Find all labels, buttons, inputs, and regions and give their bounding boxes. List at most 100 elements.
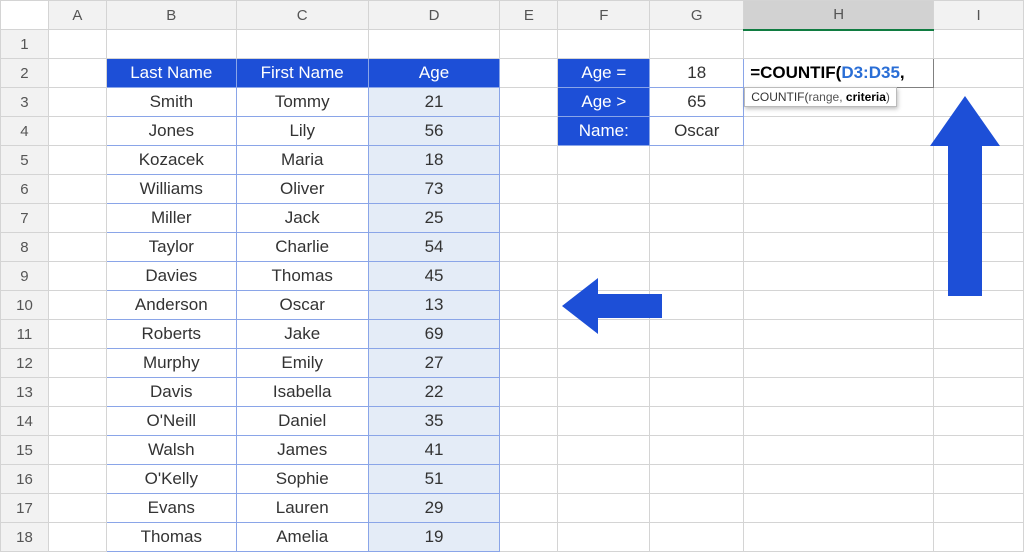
cell-A7[interactable] <box>48 204 106 233</box>
cell-G7[interactable] <box>650 204 744 233</box>
cell-G9[interactable] <box>650 262 744 291</box>
cell-D8[interactable]: 54 <box>368 233 500 262</box>
cell-H17[interactable] <box>744 494 934 523</box>
cell-H4[interactable] <box>744 117 934 146</box>
cell-D15[interactable]: 41 <box>368 436 500 465</box>
cell-A2[interactable] <box>48 59 106 88</box>
cell-E14[interactable] <box>500 407 558 436</box>
cell-G13[interactable] <box>650 378 744 407</box>
cell-I10[interactable] <box>934 291 1024 320</box>
cell-H16[interactable] <box>744 465 934 494</box>
column-header-F[interactable]: F <box>558 1 650 30</box>
cell-D10[interactable]: 13 <box>368 291 500 320</box>
cell-D2[interactable]: Age <box>368 59 500 88</box>
cell-H7[interactable] <box>744 204 934 233</box>
cell-B18[interactable]: Thomas <box>106 523 236 552</box>
cell-I14[interactable] <box>934 407 1024 436</box>
cell-A17[interactable] <box>48 494 106 523</box>
row-header-13[interactable]: 13 <box>1 378 49 407</box>
cell-G15[interactable] <box>650 436 744 465</box>
cell-G1[interactable] <box>650 30 744 59</box>
cell-F6[interactable] <box>558 175 650 204</box>
cell-E7[interactable] <box>500 204 558 233</box>
cell-D16[interactable]: 51 <box>368 465 500 494</box>
cell-E18[interactable] <box>500 523 558 552</box>
cell-G8[interactable] <box>650 233 744 262</box>
cell-H6[interactable] <box>744 175 934 204</box>
cell-F1[interactable] <box>558 30 650 59</box>
cell-I11[interactable] <box>934 320 1024 349</box>
cell-E5[interactable] <box>500 146 558 175</box>
row-header-17[interactable]: 17 <box>1 494 49 523</box>
cell-D1[interactable] <box>368 30 500 59</box>
cell-I12[interactable] <box>934 349 1024 378</box>
cell-G12[interactable] <box>650 349 744 378</box>
cell-A9[interactable] <box>48 262 106 291</box>
cell-I2[interactable] <box>934 59 1024 88</box>
cell-F7[interactable] <box>558 204 650 233</box>
cell-C3[interactable]: Tommy <box>236 88 368 117</box>
cell-F2[interactable]: Age = <box>558 59 650 88</box>
cell-H1[interactable] <box>744 30 934 59</box>
cell-B1[interactable] <box>106 30 236 59</box>
cell-G18[interactable] <box>650 523 744 552</box>
cell-F3[interactable]: Age > <box>558 88 650 117</box>
cell-A4[interactable] <box>48 117 106 146</box>
row-header-6[interactable]: 6 <box>1 175 49 204</box>
cell-F17[interactable] <box>558 494 650 523</box>
cell-E13[interactable] <box>500 378 558 407</box>
column-header-A[interactable]: A <box>48 1 106 30</box>
row-header-16[interactable]: 16 <box>1 465 49 494</box>
cell-B5[interactable]: Kozacek <box>106 146 236 175</box>
cell-A12[interactable] <box>48 349 106 378</box>
cell-E3[interactable] <box>500 88 558 117</box>
row-header-3[interactable]: 3 <box>1 88 49 117</box>
cell-B2[interactable]: Last Name <box>106 59 236 88</box>
cell-G5[interactable] <box>650 146 744 175</box>
cell-H5[interactable] <box>744 146 934 175</box>
cell-A1[interactable] <box>48 30 106 59</box>
cell-B6[interactable]: Williams <box>106 175 236 204</box>
cell-C1[interactable] <box>236 30 368 59</box>
cell-F12[interactable] <box>558 349 650 378</box>
cell-C7[interactable]: Jack <box>236 204 368 233</box>
cell-H8[interactable] <box>744 233 934 262</box>
cell-D17[interactable]: 29 <box>368 494 500 523</box>
select-all-corner[interactable] <box>1 1 49 30</box>
cell-E9[interactable] <box>500 262 558 291</box>
cell-A13[interactable] <box>48 378 106 407</box>
cell-I8[interactable] <box>934 233 1024 262</box>
cell-H14[interactable] <box>744 407 934 436</box>
cell-C14[interactable]: Daniel <box>236 407 368 436</box>
cell-G14[interactable] <box>650 407 744 436</box>
cell-C15[interactable]: James <box>236 436 368 465</box>
cell-I7[interactable] <box>934 204 1024 233</box>
cell-C18[interactable]: Amelia <box>236 523 368 552</box>
cell-E1[interactable] <box>500 30 558 59</box>
cell-H13[interactable] <box>744 378 934 407</box>
cell-D3[interactable]: 21 <box>368 88 500 117</box>
cell-D5[interactable]: 18 <box>368 146 500 175</box>
cell-I13[interactable] <box>934 378 1024 407</box>
cell-F4[interactable]: Name: <box>558 117 650 146</box>
cell-F5[interactable] <box>558 146 650 175</box>
column-header-C[interactable]: C <box>236 1 368 30</box>
column-header-I[interactable]: I <box>934 1 1024 30</box>
cell-B4[interactable]: Jones <box>106 117 236 146</box>
cell-A10[interactable] <box>48 291 106 320</box>
cell-D11[interactable]: 69 <box>368 320 500 349</box>
cell-C4[interactable]: Lily <box>236 117 368 146</box>
cell-H11[interactable] <box>744 320 934 349</box>
cell-C12[interactable]: Emily <box>236 349 368 378</box>
cell-E16[interactable] <box>500 465 558 494</box>
cell-A18[interactable] <box>48 523 106 552</box>
cell-E15[interactable] <box>500 436 558 465</box>
cell-E2[interactable] <box>500 59 558 88</box>
cell-I16[interactable] <box>934 465 1024 494</box>
row-header-15[interactable]: 15 <box>1 436 49 465</box>
cell-F18[interactable] <box>558 523 650 552</box>
cell-B3[interactable]: Smith <box>106 88 236 117</box>
cell-A14[interactable] <box>48 407 106 436</box>
cell-B13[interactable]: Davis <box>106 378 236 407</box>
row-header-7[interactable]: 7 <box>1 204 49 233</box>
